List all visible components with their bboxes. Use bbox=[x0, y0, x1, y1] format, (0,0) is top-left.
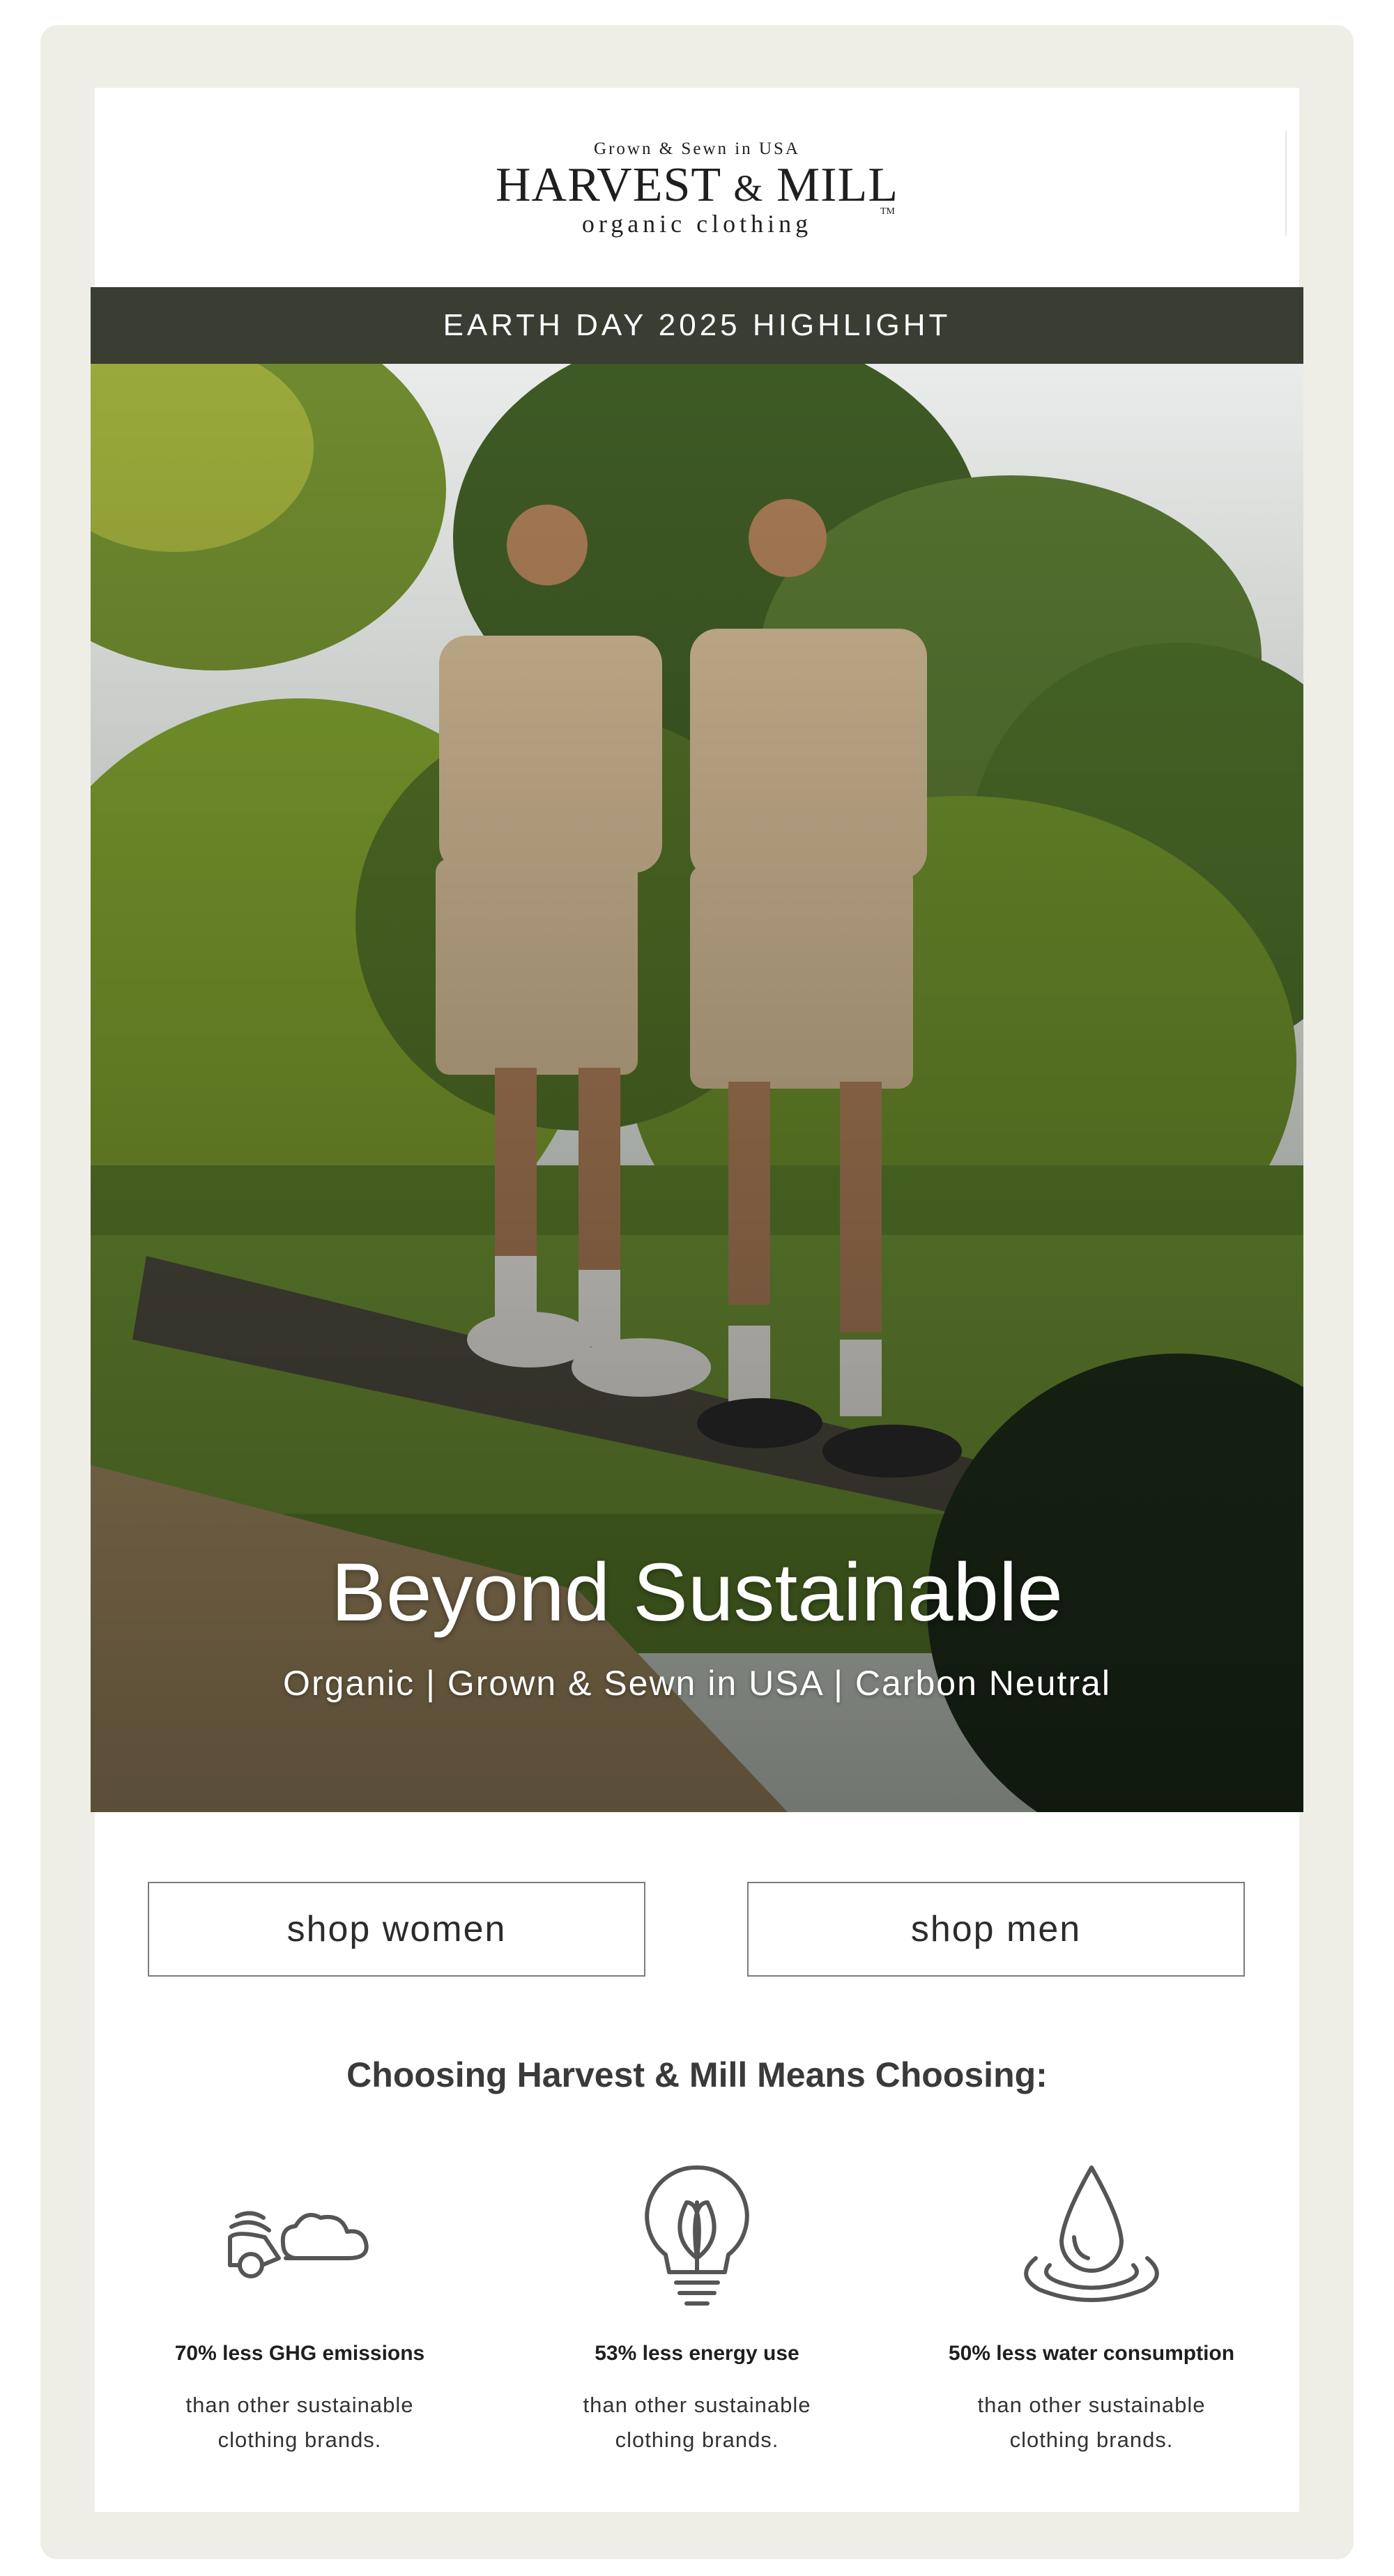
hero-subtitle: Organic | Grown & Sewn in USA | Carbon N… bbox=[283, 1664, 1111, 1703]
benefit-item-energy: 53% less energy use than other sustainab… bbox=[516, 2161, 878, 2452]
brand-logo[interactable]: Grown & Sewn in USA HARVEST & MILL organ… bbox=[95, 88, 1299, 286]
logo-divider bbox=[1285, 131, 1287, 236]
shop-men-button[interactable]: shop men bbox=[747, 1882, 1245, 1977]
logo-trademark: TM bbox=[880, 206, 895, 217]
shop-women-button[interactable]: shop women bbox=[148, 1882, 645, 1977]
benefit-title: 50% less water consumption bbox=[948, 2342, 1235, 2365]
benefit-text: than other sustainable clothing brands. bbox=[185, 2393, 414, 2452]
logo-wordmark: HARVEST & MILL bbox=[95, 158, 1299, 216]
benefits-heading: Choosing Harvest & Mill Means Choosing: bbox=[346, 2055, 1048, 2094]
earth-day-banner: EARTH DAY 2025 HIGHLIGHT bbox=[91, 287, 1303, 364]
logo-ampersand: & bbox=[733, 167, 764, 209]
hero-image[interactable]: Beyond Sustainable Organic | Grown & Sew… bbox=[91, 364, 1303, 1812]
benefit-item-emissions: 70% less GHG emissions than other sustai… bbox=[118, 2161, 481, 2452]
lightbulb-leaf-icon bbox=[645, 2165, 749, 2306]
benefit-title: 53% less energy use bbox=[595, 2342, 799, 2365]
hero-title: Beyond Sustainable bbox=[331, 1547, 1063, 1639]
logo-tagline: Grown & Sewn in USA bbox=[594, 139, 800, 158]
logo-subtitle: organic clothing bbox=[581, 210, 813, 238]
benefit-text: than other sustainable clothing brands. bbox=[583, 2393, 811, 2452]
logo-name-left: HARVEST bbox=[495, 158, 721, 212]
benefit-text: than other sustainable clothing brands. bbox=[977, 2393, 1206, 2452]
benefit-item-water: 50% less water consumption than other su… bbox=[910, 2161, 1273, 2452]
water-drop-icon bbox=[1024, 2165, 1159, 2302]
benefit-title: 70% less GHG emissions bbox=[174, 2342, 425, 2365]
car-cloud-icon bbox=[228, 2211, 369, 2278]
logo-name-right: MILL bbox=[776, 158, 899, 212]
